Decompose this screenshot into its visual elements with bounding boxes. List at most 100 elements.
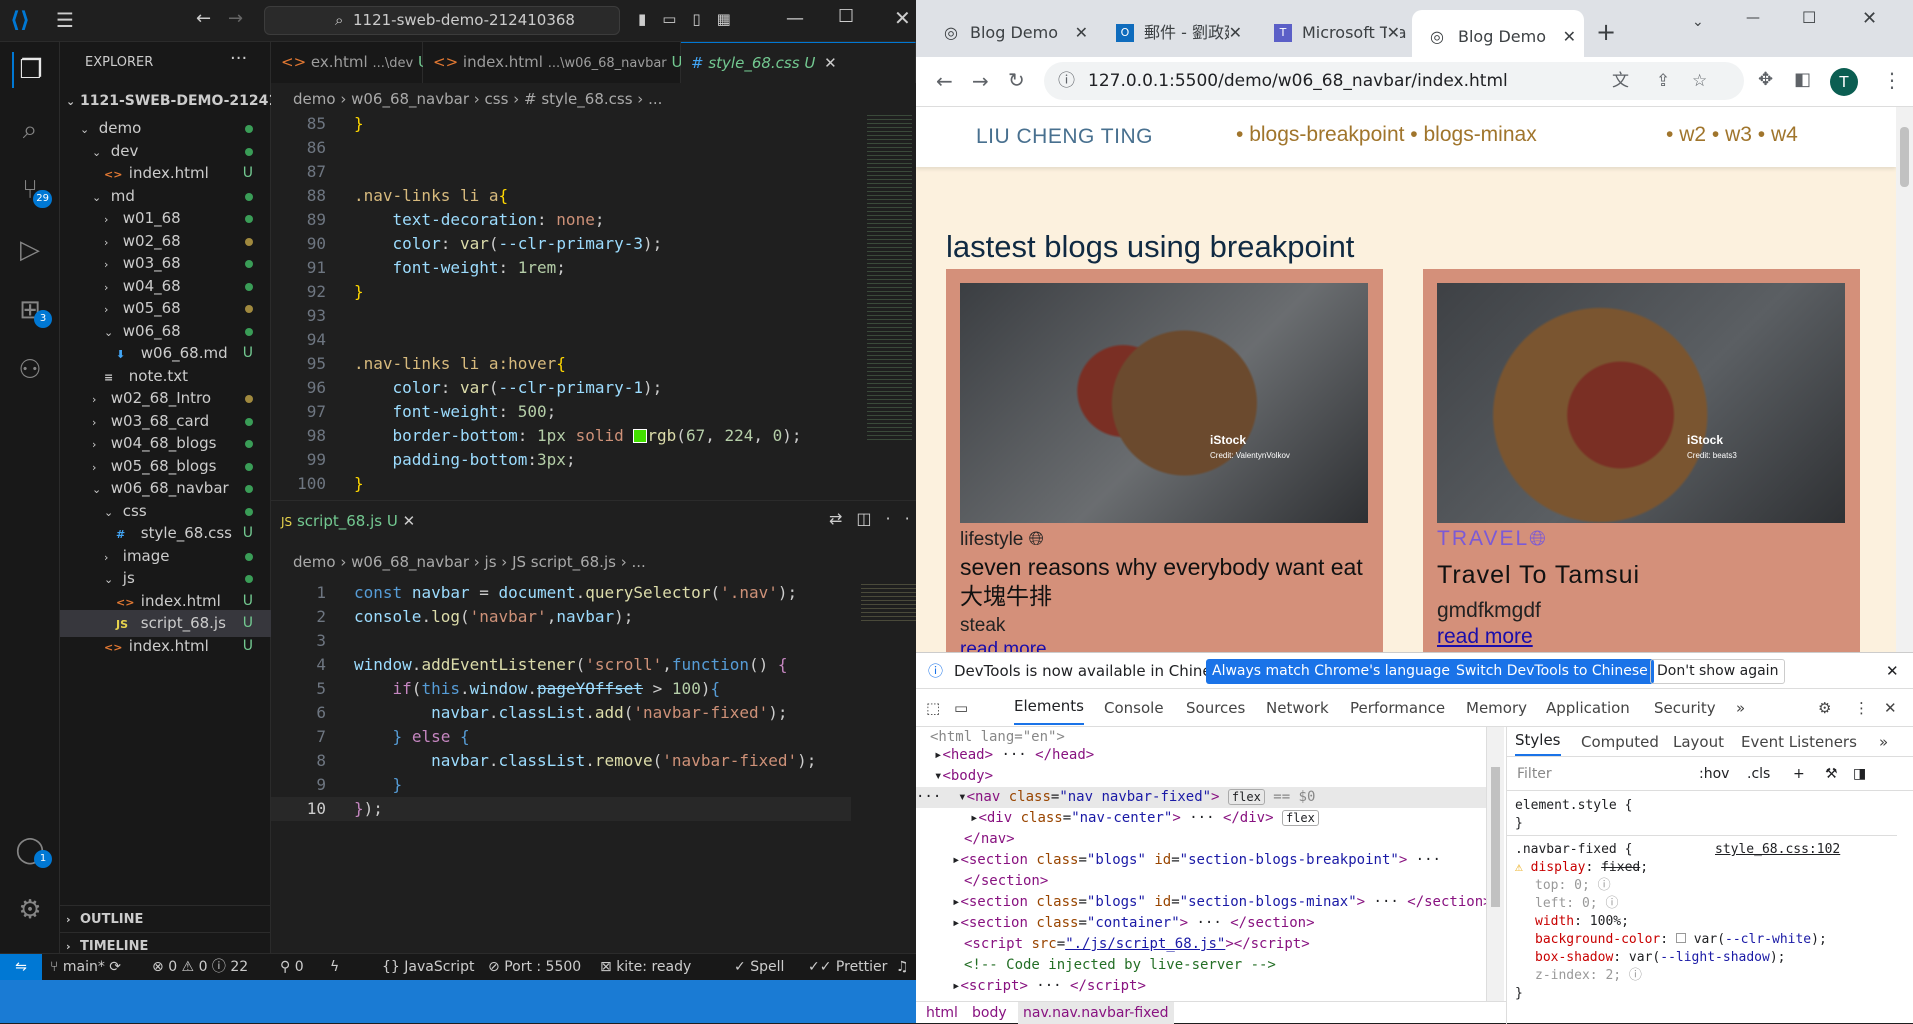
breadcrumb-item[interactable]: w06_68_navbar <box>351 553 469 571</box>
run-debug-icon[interactable]: ▷ <box>12 232 48 268</box>
breadcrumb-item[interactable]: w06_68_navbar <box>351 90 469 108</box>
layout-controls[interactable]: ▮▭▯▦ <box>638 10 747 28</box>
close-button[interactable]: ✕ <box>894 6 911 30</box>
new-rule-plus-icon[interactable]: + <box>1793 757 1805 791</box>
close-tab-icon[interactable]: ✕ <box>403 512 416 530</box>
problems-status[interactable]: ⊗ 0 ⚠ 0 ⓘ 22 <box>152 954 248 980</box>
share-icon[interactable]: ⇪ <box>1656 62 1670 100</box>
extensions-puzzle-icon[interactable]: ✥ <box>1758 69 1773 90</box>
devtools-tab-memory[interactable]: Memory <box>1466 689 1527 727</box>
minimize-button[interactable]: — <box>786 8 804 29</box>
browser-tab-mail[interactable]: O 郵件 - 劉政廷 ✕ <box>1098 12 1248 54</box>
js-code-pane[interactable]: 1 const navbar = document.querySelector('… <box>271 581 851 841</box>
read-more-link[interactable]: read more <box>1437 625 1533 649</box>
outline-section[interactable]: › OUTLINE <box>60 905 271 932</box>
devtools-tab-console[interactable]: Console <box>1104 689 1164 727</box>
profile-avatar[interactable]: T <box>1830 68 1858 96</box>
minimize-button[interactable]: — <box>1746 10 1760 26</box>
scrollbar-thumb[interactable] <box>1900 127 1909 187</box>
file-item[interactable]: <> index.html U <box>60 633 271 660</box>
tab-dev-index-html[interactable]: <> ex.html ...\dev U <box>271 42 429 83</box>
live-server-port[interactable]: ⊘ Port : 5500 <box>488 954 581 980</box>
more-side-tabs-icon[interactable]: » <box>1879 727 1888 757</box>
styles-tab[interactable]: Styles <box>1515 727 1561 756</box>
command-center-search[interactable]: ⌕ 1121-sweb-demo-212410368 <box>264 6 620 35</box>
tab-navbar-index-html[interactable]: <> index.html ...\w06_68_navbar U <box>423 42 682 83</box>
close-notice-icon[interactable]: ✕ <box>1886 653 1899 689</box>
extensions-icon[interactable]: ⊞ 3 <box>12 292 52 328</box>
nav-link-blogs-minax[interactable]: blogs-minax <box>1423 123 1536 146</box>
menu-icon[interactable]: ☰ <box>56 8 74 32</box>
breadcrumb-item[interactable]: demo <box>293 90 336 108</box>
more-tabs-icon[interactable]: » <box>1736 689 1745 727</box>
branch-status[interactable]: ⑂ main* ⟳ <box>50 954 121 980</box>
workspace-root[interactable]: ⌄ 1121-SWEB-DEMO-21241... <box>60 88 294 115</box>
devtools-tab-elements[interactable]: Elements <box>1014 689 1084 725</box>
spell-status[interactable]: ✓ Spell <box>734 954 784 980</box>
devtools-tab-security[interactable]: Security <box>1654 689 1716 727</box>
browser-tab-blog-demo[interactable]: ◎ Blog Demo ✕ <box>924 12 1094 54</box>
search-icon[interactable]: ⌕ <box>12 112 48 148</box>
account-icon[interactable]: ◯ 1 <box>12 832 52 868</box>
maximize-button[interactable]: ☐ <box>838 6 854 27</box>
tab-style-css[interactable]: # style_68.css U ✕ <box>681 42 916 83</box>
close-tab-icon[interactable]: ✕ <box>1386 12 1400 54</box>
breadcrumb-item[interactable]: demo <box>293 553 336 571</box>
close-tab-icon[interactable]: ✕ <box>824 54 837 72</box>
devtools-settings-icon[interactable]: ⚙ <box>1818 689 1831 727</box>
translate-icon[interactable]: 文 <box>1612 62 1629 100</box>
language-mode[interactable]: {} JavaScript <box>382 954 474 980</box>
css-code-pane[interactable]: 85} 86 87 88 .nav-links li a{ 89 text-dec… <box>271 112 851 542</box>
css-minimap[interactable] <box>867 112 912 442</box>
breadcrumb-body[interactable]: body <box>972 1002 1007 1024</box>
devtools-tab-sources[interactable]: Sources <box>1186 689 1245 727</box>
dom-scrollbar[interactable] <box>1486 727 1504 1001</box>
explorer-files-icon[interactable]: ❐ <box>12 52 48 88</box>
reload-icon[interactable]: ↻ <box>1008 68 1025 92</box>
sidebar-toggle-icon[interactable]: ◨ <box>1853 757 1866 791</box>
settings-gear-icon[interactable]: ⚙ <box>12 892 48 928</box>
dont-show-again-button[interactable]: Don't show again <box>1650 659 1786 684</box>
forward-icon[interactable]: → <box>972 69 989 93</box>
breadcrumb-html[interactable]: html <box>926 1002 958 1024</box>
forward-arrow-icon[interactable]: → <box>228 8 243 29</box>
new-tab-button[interactable]: + <box>1596 18 1616 46</box>
close-tab-icon[interactable]: ✕ <box>1228 12 1242 54</box>
breadcrumb-item[interactable]: ... <box>648 90 662 108</box>
close-tab-icon[interactable]: ✕ <box>1075 12 1088 54</box>
brand-logo[interactable]: LIU CHENG TING <box>976 125 1153 149</box>
layout-tab[interactable]: Layout <box>1673 727 1724 757</box>
browser-tab-blog-demo-active[interactable]: ◎ Blog Demo ✕ <box>1412 10 1584 64</box>
nav-link-w3[interactable]: w3 <box>1725 123 1752 146</box>
class-toggle[interactable]: .cls <box>1747 757 1770 791</box>
device-toolbar-icon[interactable]: ▭ <box>954 689 968 727</box>
styles-filter-input[interactable]: Filter <box>1517 757 1552 791</box>
back-arrow-icon[interactable]: ← <box>196 8 211 29</box>
remote-indicator[interactable]: ⇋ <box>0 954 42 980</box>
python-icon[interactable]: ⚇ <box>12 352 48 388</box>
nav-link-w4[interactable]: w4 <box>1771 123 1798 146</box>
breadcrumb-item[interactable]: js <box>485 553 497 571</box>
nav-link-w2[interactable]: w2 <box>1679 123 1706 146</box>
always-match-language-button[interactable]: Always match Chrome's language <box>1206 659 1456 684</box>
bookmark-star-icon[interactable]: ☆ <box>1692 62 1707 100</box>
site-info-icon[interactable]: ⓘ <box>1058 62 1075 100</box>
lightning-icon[interactable]: ϟ <box>330 954 339 980</box>
hover-state-toggle[interactable]: :hov <box>1699 757 1729 791</box>
switch-to-chinese-button[interactable]: Switch DevTools to Chinese <box>1450 659 1654 684</box>
read-more-link[interactable]: read more <box>960 639 1047 652</box>
tab-script-js[interactable]: JS script_68.js U ✕ <box>271 501 431 542</box>
chrome-menu-icon[interactable]: ⋮ <box>1882 68 1902 92</box>
rule-source-link[interactable]: style_68.css:102 <box>1715 841 1840 859</box>
kite-status[interactable]: ⊠ kite: ready <box>600 954 691 980</box>
maximize-button[interactable]: ☐ <box>1802 8 1816 27</box>
close-button[interactable]: ✕ <box>1862 8 1877 29</box>
paint-icon[interactable]: ⚒ <box>1825 757 1838 791</box>
notifications-bell-icon[interactable]: ♫ <box>896 954 909 980</box>
event-listeners-tab[interactable]: Event Listeners <box>1741 727 1857 757</box>
ports-status[interactable]: ⚲ 0 <box>280 954 304 980</box>
more-actions-icon[interactable]: ··· <box>230 48 247 69</box>
dom-tree[interactable]: <html lang="en"> ▸<head> ··· </head> ▾<b… <box>916 727 1486 1001</box>
js-minimap[interactable] <box>861 581 916 621</box>
nav-link-blogs-breakpoint[interactable]: blogs-breakpoint <box>1249 123 1404 146</box>
